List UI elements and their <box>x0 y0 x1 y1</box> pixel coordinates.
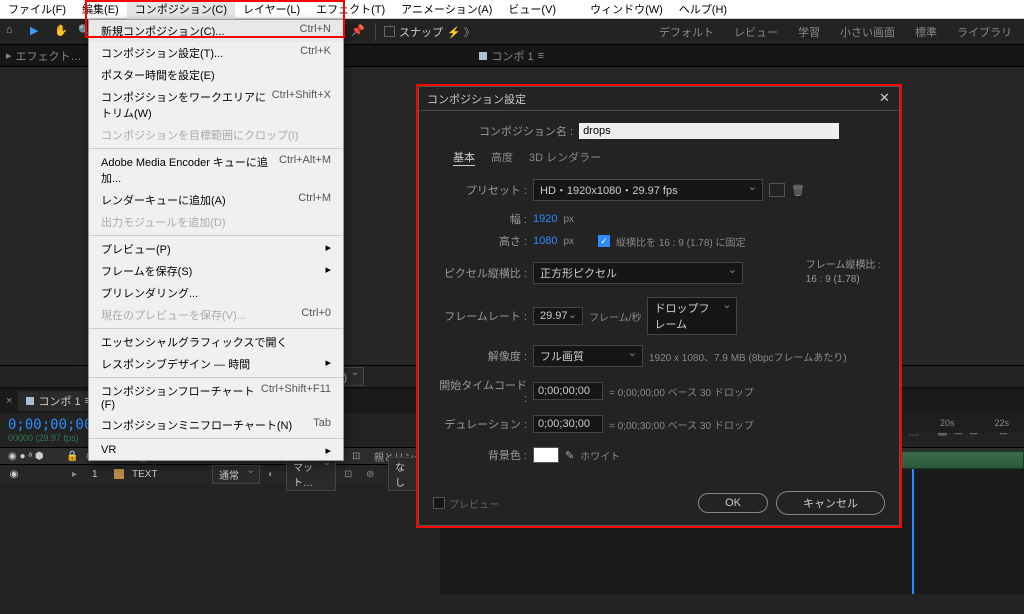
menu-item[interactable]: VR▸ <box>89 441 343 460</box>
menu-bar: ファイル(F) 編集(E) コンポジション(C) レイヤー(L) エフェクト(T… <box>0 0 1024 19</box>
eyedropper-icon[interactable]: ✎ <box>565 449 574 462</box>
workspace-small[interactable]: 小さい画面 <box>834 22 901 42</box>
menu-item[interactable]: プレビュー(P)▸ <box>89 238 343 260</box>
puppet-tool-icon[interactable]: 📌 <box>351 24 367 40</box>
menu-animation[interactable]: アニメーション(A) <box>393 0 500 19</box>
bg-color-swatch[interactable] <box>533 447 559 463</box>
menu-item[interactable]: コンポジションフローチャート(F)Ctrl+Shift+F11 <box>89 380 343 414</box>
menu-item[interactable]: ポスター時間を設定(E) <box>89 64 343 86</box>
pixel-aspect-select[interactable]: 正方形ピクセル <box>533 262 743 284</box>
menu-layer[interactable]: レイヤー(L) <box>235 0 308 19</box>
start-timecode-input[interactable] <box>533 382 603 400</box>
menu-item: コンポジションを目標範囲にクロップ(I) <box>89 124 343 146</box>
selection-tool-icon[interactable]: ▶ <box>30 24 46 40</box>
menu-window[interactable]: ウィンドウ(W) <box>582 0 671 19</box>
current-timecode[interactable]: 0;00;00;00 <box>8 417 92 433</box>
menu-item[interactable]: プリレンダリング... <box>89 282 343 304</box>
tab-advanced[interactable]: 高度 <box>491 149 513 165</box>
dialog-tabs: 基本 高度 3D レンダラー <box>453 149 881 165</box>
menu-item[interactable]: レンダーキューに追加(A)Ctrl+M <box>89 189 343 211</box>
close-icon[interactable]: ✕ <box>879 93 891 105</box>
workspace-review[interactable]: レビュー <box>728 22 784 42</box>
snap-label: スナップ <box>399 24 443 40</box>
layer-name: TEXT <box>132 469 204 480</box>
preview-checkbox[interactable] <box>433 497 445 509</box>
effects-panel-tab[interactable]: ▸エフェクト… <box>6 48 82 64</box>
dialog-title: コンポジション設定 <box>427 91 526 107</box>
menu-file[interactable]: ファイル(F) <box>0 0 74 19</box>
blend-mode-dropdown[interactable]: 通常 <box>212 465 260 484</box>
timeline-tab[interactable]: コンポ 1 ≡ <box>18 391 99 411</box>
workspace-default[interactable]: デフォルト <box>653 22 720 42</box>
preset-select[interactable]: HD・1920x1080・29.97 fps <box>533 179 763 201</box>
menu-item: 現在のプレビューを保存(V)...Ctrl+0 <box>89 304 343 326</box>
hand-tool-icon[interactable]: ✋ <box>54 24 70 40</box>
snap-checkbox[interactable]: スナップ ⚡ 》 <box>384 24 475 40</box>
workspace-library[interactable]: ライブラリ <box>951 22 1018 42</box>
menu-effect[interactable]: エフェクト(T) <box>308 0 393 19</box>
ok-button[interactable]: OK <box>698 493 768 513</box>
comp-name-label: コンポジション名 : <box>479 123 573 139</box>
menu-item[interactable]: エッセンシャルグラフィックスで開く <box>89 331 343 353</box>
tab-basic[interactable]: 基本 <box>453 149 475 165</box>
playhead[interactable] <box>912 451 914 594</box>
menu-item[interactable]: コンポジションミニフローチャート(N)Tab <box>89 414 343 436</box>
home-icon[interactable]: ⌂ <box>6 24 22 40</box>
comp-name-input[interactable] <box>579 123 839 139</box>
workspace-learn[interactable]: 学習 <box>792 22 826 42</box>
menu-item[interactable]: レスポンシブデザイン — 時間▸ <box>89 353 343 375</box>
frame-info: 00000 (29.97 fps) <box>8 433 92 443</box>
workspace-standard[interactable]: 標準 <box>909 22 943 42</box>
composition-viewer-tab[interactable]: コンポ 1 ≡ <box>479 48 544 64</box>
save-preset-icon[interactable] <box>769 183 785 197</box>
menu-help[interactable]: ヘルプ(H) <box>671 0 735 19</box>
menu-item: 出力モジュールを追加(D) <box>89 211 343 233</box>
lock-aspect-checkbox[interactable]: ✓ <box>598 235 610 247</box>
resolution-select[interactable]: フル画質 <box>533 345 643 367</box>
menu-composition[interactable]: コンポジション(C) <box>127 0 235 19</box>
menu-item[interactable]: コンポジションをワークエリアにトリム(W)Ctrl+Shift+X <box>89 86 343 124</box>
composition-menu-dropdown: 新規コンポジション(C)...Ctrl+Nコンポジション設定(T)...Ctrl… <box>88 19 344 461</box>
cancel-button[interactable]: キャンセル <box>776 491 885 515</box>
delete-preset-icon[interactable]: 🗑 <box>791 184 805 197</box>
layer-color-swatch <box>114 469 124 479</box>
width-value[interactable]: 1920 <box>533 213 557 225</box>
fps-select[interactable]: 29.97 <box>533 307 583 325</box>
composition-settings-dialog: コンポジション設定 ✕ コンポジション名 : 基本 高度 3D レンダラー プリ… <box>418 86 900 526</box>
menu-item[interactable]: Adobe Media Encoder キューに追加...Ctrl+Alt+M <box>89 151 343 189</box>
tab-3d-renderer[interactable]: 3D レンダラー <box>529 149 601 165</box>
workspace-switcher: デフォルト レビュー 学習 小さい画面 標準 ライブラリ <box>653 22 1018 42</box>
menu-item[interactable]: コンポジション設定(T)...Ctrl+K <box>89 42 343 64</box>
height-value[interactable]: 1080 <box>533 235 557 247</box>
menu-item[interactable]: フレームを保存(S)▸ <box>89 260 343 282</box>
drop-frame-select[interactable]: ドロップフレーム <box>647 297 737 335</box>
duration-input[interactable] <box>533 415 603 433</box>
visibility-icon[interactable]: ◉ <box>8 469 20 480</box>
layer-bar[interactable] <box>900 451 1024 469</box>
menu-edit[interactable]: 編集(E) <box>74 0 127 19</box>
menu-view[interactable]: ビュー(V) <box>500 0 564 19</box>
menu-item[interactable]: 新規コンポジション(C)...Ctrl+N <box>89 20 343 42</box>
track-matte-dropdown[interactable]: マット… <box>286 457 336 491</box>
